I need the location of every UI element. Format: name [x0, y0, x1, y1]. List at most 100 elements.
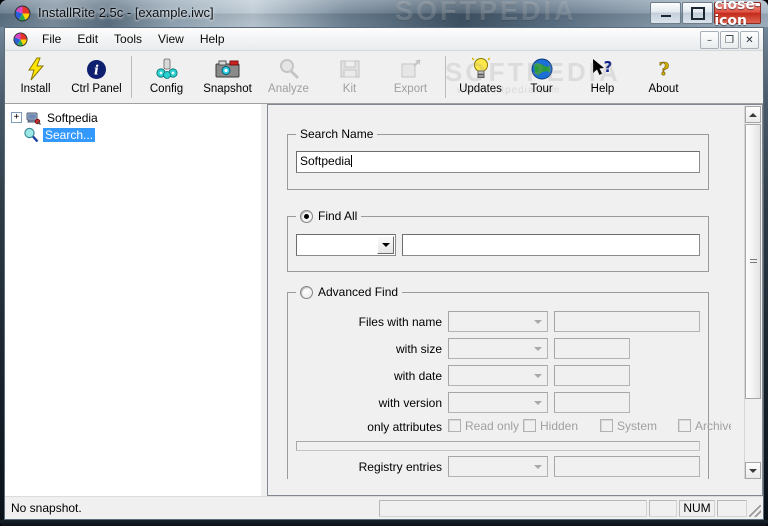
lightning-bolt-icon	[25, 56, 47, 82]
registry-entries-input[interactable]	[554, 456, 700, 477]
separator-line	[296, 441, 700, 451]
menu-item-edit[interactable]: Edit	[69, 30, 106, 48]
mdi-close-button[interactable]: ✕	[740, 31, 759, 49]
toolbar-button-updates[interactable]: Updates	[450, 54, 511, 102]
checkbox-label-read-only: Read only	[465, 419, 520, 433]
toolbar-button-config[interactable]: Config	[136, 54, 197, 102]
application-window: SOFTPEDIA InstallRite 2.5c - [example.iw…	[0, 0, 768, 526]
toolbar-label: Help	[590, 83, 615, 95]
minimize-icon	[651, 3, 680, 23]
close-button[interactable]: close-icon	[714, 0, 761, 27]
toolbar-label: Tour	[530, 83, 553, 95]
toolbar-button-ctrl-panel[interactable]: i Ctrl Panel	[66, 54, 127, 102]
toolbar-button-analyze[interactable]: Analyze	[258, 54, 319, 102]
label-registry-entries: Registry entries	[358, 460, 442, 474]
files-with-name-combo[interactable]	[448, 311, 548, 332]
toolbar-label: Kit	[342, 83, 357, 95]
menu-item-help[interactable]: Help	[192, 30, 233, 48]
checkbox-label-hidden: Hidden	[540, 419, 579, 433]
mdi-minimize-button[interactable]: –	[700, 31, 719, 49]
find-all-radio[interactable]	[300, 209, 313, 223]
toolbar-button-snapshot[interactable]: Snapshot	[197, 54, 258, 102]
checkbox-label-archived: Archived	[695, 419, 731, 433]
tree-node-search[interactable]: Search...	[11, 126, 261, 143]
with-version-combo[interactable]	[448, 392, 548, 413]
checkbox-read-only[interactable]	[448, 419, 461, 432]
label-with-date: with date	[393, 369, 442, 383]
tree-node-label: Softpedia	[47, 110, 98, 125]
close-icon: close-icon	[714, 0, 761, 27]
mdi-restore-button[interactable]: ❐	[720, 31, 739, 49]
checkbox-system[interactable]	[600, 419, 613, 432]
form-vertical-scrollbar[interactable]	[744, 106, 761, 479]
vertical-scroll-thumb[interactable]	[745, 124, 761, 399]
tree-node-softpedia[interactable]: + Softpedia	[11, 109, 261, 126]
with-date-combo[interactable]	[448, 365, 548, 386]
tree-panel[interactable]: + Softpedia Search...	[5, 104, 261, 496]
minimize-button[interactable]	[650, 2, 681, 24]
maximize-icon	[683, 3, 712, 23]
status-pane-last	[717, 499, 747, 517]
group-legend-text: Advanced Find	[318, 285, 399, 299]
label-only-attributes: only attributes	[367, 420, 442, 434]
chevron-down-icon	[533, 464, 542, 469]
find-all-combo[interactable]	[296, 234, 396, 256]
group-find-all: Find All	[287, 209, 709, 272]
combo-dropdown-button[interactable]	[529, 367, 546, 384]
combo-dropdown-button[interactable]	[529, 394, 546, 411]
combo-dropdown-button[interactable]	[529, 340, 546, 357]
toolbar-button-about[interactable]: ? About	[633, 54, 694, 102]
toolbar-button-export[interactable]: Export	[380, 54, 441, 102]
group-search-name: Search Name Softpedia	[287, 127, 709, 190]
text-caret	[350, 155, 352, 167]
toolbar-label: Snapshot	[203, 83, 252, 95]
advanced-find-radio[interactable]	[300, 285, 313, 299]
toolbar-button-install[interactable]: Install	[5, 54, 66, 102]
with-size-combo[interactable]	[448, 338, 548, 359]
with-size-input[interactable]	[554, 338, 630, 359]
toolbar-separator	[131, 56, 132, 98]
chevron-down-icon	[533, 346, 542, 351]
chevron-down-icon	[533, 319, 542, 324]
search-name-input[interactable]: Softpedia	[296, 151, 700, 173]
checkbox-hidden[interactable]	[523, 419, 536, 432]
maximize-button[interactable]	[682, 2, 713, 24]
status-pane-small	[649, 499, 677, 517]
floppy-disk-icon	[340, 56, 360, 82]
menu-item-tools[interactable]: Tools	[106, 30, 150, 48]
menu-item-file[interactable]: File	[34, 30, 69, 48]
toolbar-label: About	[648, 83, 679, 95]
client-area: File Edit Tools View Help – ❐ ✕ SOFTPEDI…	[4, 27, 764, 520]
with-date-input[interactable]	[554, 365, 630, 386]
combo-dropdown-button[interactable]	[529, 313, 546, 330]
camera-icon	[215, 56, 240, 82]
softpedia-watermark: SOFTPEDIA	[395, 0, 577, 26]
expand-toggle-icon[interactable]: +	[11, 112, 22, 123]
group-legend: Search Name	[296, 127, 378, 141]
toolbar-label: Ctrl Panel	[71, 83, 122, 95]
toolbar-button-kit[interactable]: Kit	[319, 54, 380, 102]
toolbar-button-tour[interactable]: Tour	[511, 54, 572, 102]
menu-item-view[interactable]: View	[150, 30, 192, 48]
toolbar-button-help[interactable]: ? Help	[572, 54, 633, 102]
export-box-icon	[400, 56, 422, 82]
find-all-text-input[interactable]	[402, 234, 700, 256]
files-with-name-input[interactable]	[554, 311, 700, 332]
scroll-up-button[interactable]	[745, 106, 761, 123]
chevron-down-icon	[533, 400, 542, 405]
chevron-down-icon	[533, 373, 542, 378]
installrite-logo-icon	[14, 5, 31, 22]
with-version-input[interactable]	[554, 392, 630, 413]
window-title: InstallRite 2.5c - [example.iwc]	[38, 5, 214, 20]
scroll-down-button[interactable]	[745, 462, 761, 479]
resize-grip-icon[interactable]	[749, 505, 761, 517]
label-with-version: with version	[378, 396, 442, 410]
group-legend: Find All	[296, 209, 362, 223]
combo-dropdown-button[interactable]	[377, 236, 394, 254]
toolbar-label: Install	[20, 83, 51, 95]
mdi-child-buttons: – ❐ ✕	[699, 31, 759, 49]
registry-entries-combo[interactable]	[448, 456, 548, 477]
combo-dropdown-button[interactable]	[529, 458, 546, 475]
triangle-down-icon	[749, 468, 757, 473]
checkbox-archived[interactable]	[678, 419, 691, 432]
